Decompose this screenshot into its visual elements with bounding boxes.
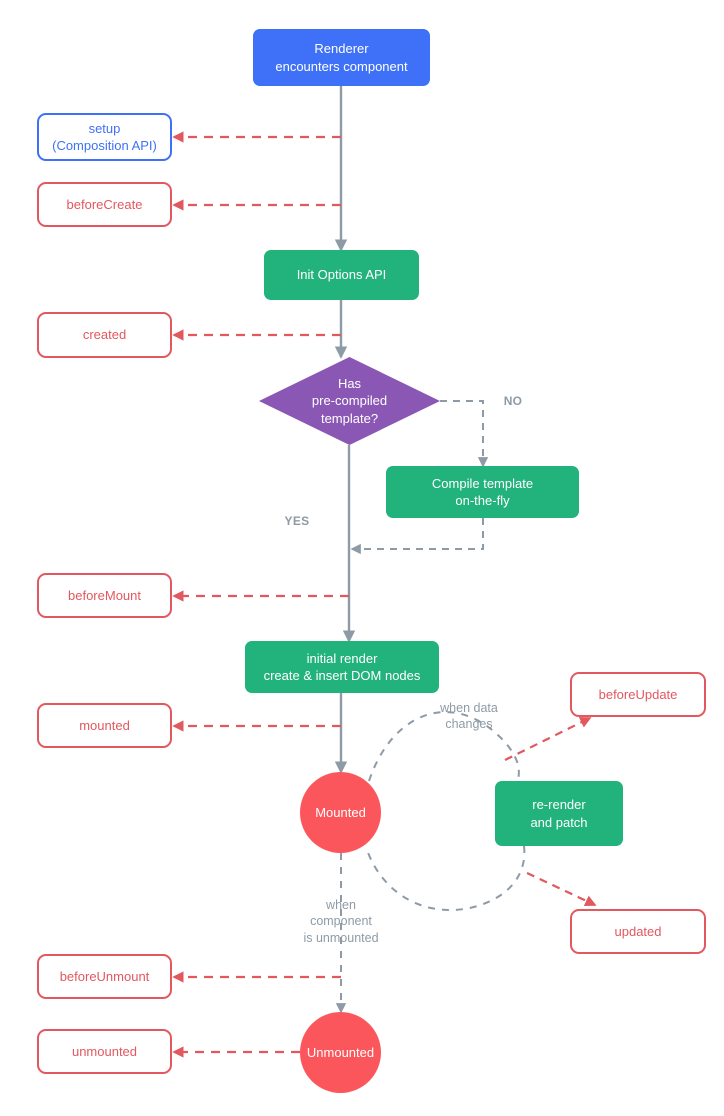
node-label-renderer: Renderer encounters component: [275, 41, 408, 74]
node-renderer: Renderer encounters component: [253, 29, 430, 86]
edge-label-whenUnmounted: when component is unmounted: [303, 898, 379, 945]
node-mountedHook: mounted: [37, 703, 172, 748]
node-beforeCreate: beforeCreate: [37, 182, 172, 227]
node-label-unmountedHook: unmounted: [71, 1043, 138, 1059]
edge-label-no: NO: [503, 394, 523, 408]
node-label-compile: Compile template on-the-fly: [431, 475, 534, 508]
node-beforeUnmount: beforeUnmount: [37, 954, 172, 999]
node-label-initOptions: Init Options API: [296, 267, 387, 283]
node-label-mountedHook: mounted: [79, 717, 130, 733]
node-beforeMount: beforeMount: [37, 573, 172, 618]
node-label-rerender: re-render and patch: [530, 797, 588, 830]
node-label-unmounted: Unmounted: [306, 1044, 375, 1060]
node-label-beforeCreate: beforeCreate: [66, 196, 143, 212]
node-setup: setup (Composition API): [37, 113, 172, 161]
node-compile: Compile template on-the-fly: [386, 466, 579, 518]
edge-compile-back-to-trunk: [350, 518, 484, 555]
node-beforeUpdate: beforeUpdate: [570, 672, 706, 717]
node-label-initialRender: initial render create & insert DOM nodes: [263, 650, 421, 683]
node-hasTemplate: Has pre-compiled template?: [259, 357, 440, 445]
edge-to-updated: [526, 872, 597, 907]
node-label-hasTemplate: Has pre-compiled template?: [311, 376, 388, 426]
node-unmounted: Unmounted: [300, 1012, 381, 1093]
node-label-created: created: [82, 327, 127, 343]
node-label-mounted: Mounted: [315, 804, 366, 820]
node-label-updated: updated: [614, 923, 662, 939]
node-updated: updated: [570, 909, 706, 954]
node-label-setup: setup (Composition API): [52, 120, 157, 153]
node-initOptions: Init Options API: [264, 250, 419, 300]
node-created: created: [37, 312, 172, 358]
node-label-beforeUnmount: beforeUnmount: [59, 968, 150, 984]
node-initialRender: initial render create & insert DOM nodes: [245, 641, 439, 693]
node-unmountedHook: unmounted: [37, 1029, 172, 1074]
node-mounted: Mounted: [300, 772, 381, 853]
edge-to-beforeUpdate: [504, 717, 592, 761]
edge-label-whenData: when data changes: [440, 701, 498, 732]
node-label-beforeUpdate: beforeUpdate: [598, 686, 678, 702]
edge-label-yes: YES: [284, 514, 310, 528]
vue-lifecycle-diagram: Renderer encounters component setup (Comp…: [0, 0, 724, 1116]
node-label-beforeMount: beforeMount: [68, 587, 141, 603]
node-rerender: re-render and patch: [495, 781, 623, 846]
edge-no-to-compile: [440, 400, 489, 468]
